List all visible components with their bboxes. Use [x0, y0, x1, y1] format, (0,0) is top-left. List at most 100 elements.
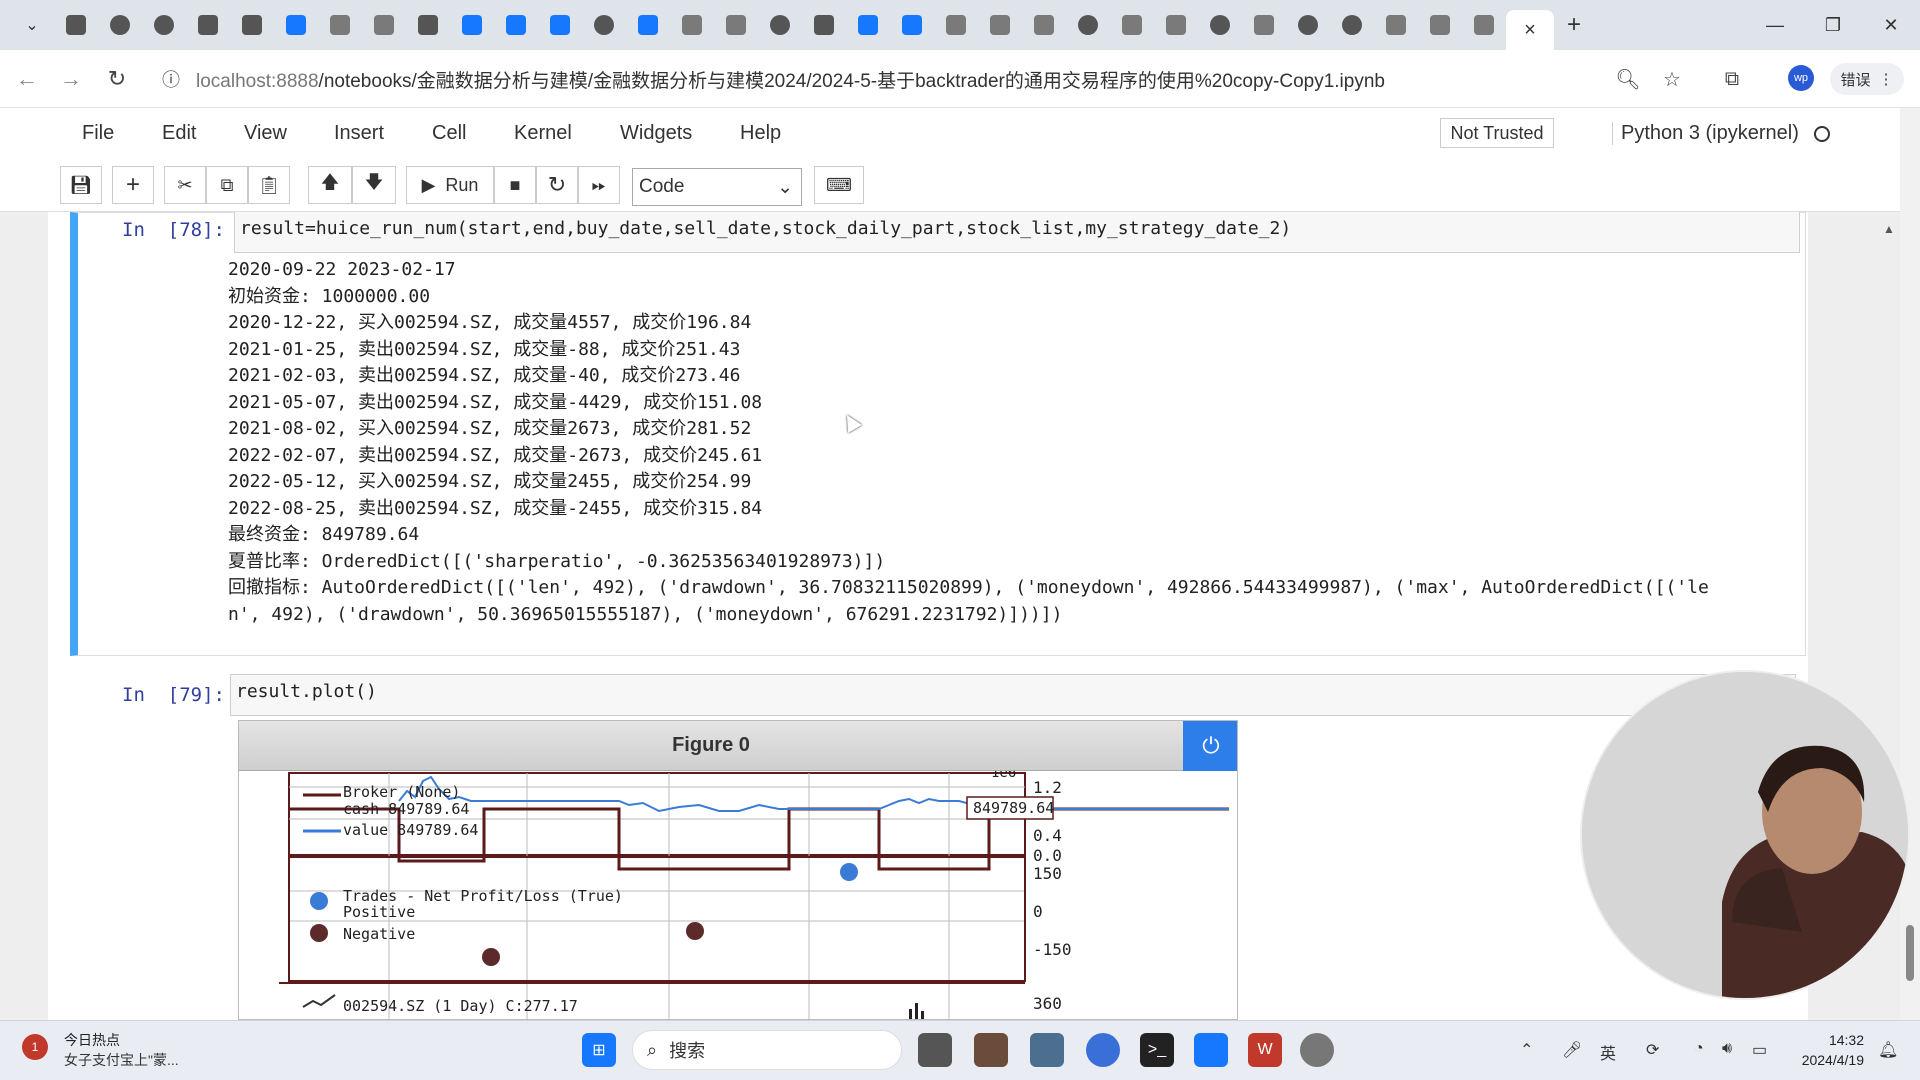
- tab-search-dropdown[interactable]: ⌄: [10, 0, 54, 50]
- more-menu-icon[interactable]: ⋮: [1879, 70, 1894, 88]
- feishu-icon[interactable]: [1194, 1033, 1228, 1067]
- volume-icon[interactable]: 🔊︎: [1722, 1040, 1732, 1058]
- menu-file[interactable]: File: [82, 122, 114, 145]
- notification-icon[interactable]: 🔔︎: [1878, 1040, 1898, 1060]
- zoom-icon[interactable]: 🔍︎: [1612, 63, 1644, 95]
- app-icon[interactable]: [362, 0, 406, 50]
- zhihu-icon[interactable]: [450, 0, 494, 50]
- app-icon[interactable]: [974, 1033, 1008, 1067]
- bilibili-icon[interactable]: [186, 0, 230, 50]
- save-icon[interactable]: 💾︎: [60, 166, 102, 204]
- move-up-icon[interactable]: 🡅: [308, 166, 352, 204]
- kernel-name[interactable]: Python 3 (ipykernel): [1612, 122, 1799, 145]
- zhihu-icon[interactable]: [626, 0, 670, 50]
- error-button[interactable]: 错误 ⋮: [1830, 63, 1904, 95]
- app-icon[interactable]: [1462, 0, 1506, 50]
- insert-cell-icon[interactable]: +: [112, 166, 154, 204]
- github-icon[interactable]: [1286, 0, 1330, 50]
- stop-icon[interactable]: ■: [494, 166, 536, 204]
- code-input[interactable]: result.plot(): [230, 674, 1796, 716]
- tray-chevron-icon[interactable]: ⌃: [1520, 1040, 1533, 1060]
- wps-icon[interactable]: W: [1248, 1033, 1282, 1067]
- sync-icon[interactable]: ⟳: [1646, 1040, 1659, 1060]
- extensions-icon[interactable]: ⧉: [1716, 63, 1748, 95]
- matplotlib-figure[interactable]: Figure 0 ⏻ 849789.64 Broker (None) cash …: [238, 720, 1238, 1020]
- restart-icon[interactable]: ↻: [536, 166, 578, 204]
- chrome-icon[interactable]: [1086, 1033, 1120, 1067]
- menu-cell[interactable]: Cell: [432, 122, 466, 145]
- folder-icon[interactable]: [1030, 1033, 1064, 1067]
- app-icon[interactable]: [1110, 0, 1154, 50]
- cloud-icon[interactable]: [846, 0, 890, 50]
- app-icon[interactable]: [1242, 0, 1286, 50]
- cell-type-select[interactable]: Code ⌄: [632, 168, 802, 206]
- maximize-icon[interactable]: ❐: [1810, 0, 1856, 50]
- app-icon[interactable]: [714, 0, 758, 50]
- github-icon[interactable]: [758, 0, 802, 50]
- bilibili-icon[interactable]: [230, 0, 274, 50]
- reload-icon[interactable]: ↻: [102, 64, 132, 94]
- power-icon[interactable]: ⏻: [1183, 721, 1237, 771]
- wifi-icon[interactable]: ◔: [1694, 1040, 1704, 1058]
- app-icon[interactable]: [1374, 0, 1418, 50]
- run-button[interactable]: ▶ Run: [406, 166, 494, 204]
- app-icon[interactable]: [1154, 0, 1198, 50]
- not-trusted-badge[interactable]: Not Trusted: [1440, 118, 1554, 148]
- app-icon[interactable]: [1418, 0, 1462, 50]
- minimize-icon[interactable]: —: [1752, 0, 1798, 50]
- terminal-icon[interactable]: >_: [1140, 1033, 1174, 1067]
- paste-icon[interactable]: 📋︎: [248, 166, 290, 204]
- github-icon[interactable]: [98, 0, 142, 50]
- book-icon[interactable]: [934, 0, 978, 50]
- github-icon[interactable]: [142, 0, 186, 50]
- forward-icon[interactable]: →: [56, 64, 86, 94]
- ime-icon[interactable]: 英: [1600, 1040, 1616, 1064]
- bilibili-icon[interactable]: [406, 0, 450, 50]
- site-info-icon[interactable]: ⓘ: [156, 64, 186, 94]
- menu-help[interactable]: Help: [740, 122, 781, 145]
- app-icon[interactable]: [670, 0, 714, 50]
- app-icon[interactable]: [318, 0, 362, 50]
- menu-insert[interactable]: Insert: [334, 122, 384, 145]
- code-input[interactable]: result=huice_run_num(start,end,buy_date,…: [234, 212, 1800, 253]
- mic-icon[interactable]: 🎤︎: [1562, 1040, 1582, 1060]
- file-explorer-icon[interactable]: [918, 1033, 952, 1067]
- fast-forward-icon[interactable]: ⏩︎: [578, 166, 620, 204]
- loading-icon[interactable]: [1330, 0, 1374, 50]
- book-icon[interactable]: [978, 0, 1022, 50]
- zhihu-icon[interactable]: [494, 0, 538, 50]
- close-icon[interactable]: ×: [1524, 19, 1536, 42]
- keyboard-icon[interactable]: ⌨: [814, 166, 864, 204]
- cloud-icon[interactable]: [890, 0, 934, 50]
- battery-icon[interactable]: ▭: [1752, 1040, 1767, 1060]
- app-icon[interactable]: [1300, 1033, 1334, 1067]
- start-icon[interactable]: ⊞: [582, 1033, 616, 1067]
- taskbar-clock[interactable]: 14:32 2024/4/19: [1794, 1030, 1864, 1070]
- github-icon[interactable]: [582, 0, 626, 50]
- copy-icon[interactable]: ⧉: [206, 166, 248, 204]
- move-down-icon[interactable]: 🡇: [352, 166, 396, 204]
- taskbar-search[interactable]: ⌕ 搜索: [632, 1030, 902, 1070]
- menu-widgets[interactable]: Widgets: [620, 122, 692, 145]
- page-scrollbar-thumb[interactable]: [1906, 925, 1914, 981]
- menu-edit[interactable]: Edit: [162, 122, 196, 145]
- news-widget[interactable]: 1 今日热点 女子支付宝上"蒙...: [22, 1028, 202, 1072]
- page-scrollbar[interactable]: [1900, 108, 1920, 1020]
- new-tab-button[interactable]: +: [1554, 0, 1594, 50]
- book-icon[interactable]: [1022, 0, 1066, 50]
- profile-avatar[interactable]: wp: [1788, 65, 1814, 91]
- menu-kernel[interactable]: Kernel: [514, 122, 572, 145]
- code-cell-78[interactable]: In [78]: result=huice_run_num(start,end,…: [70, 212, 1806, 656]
- backtrader-plot[interactable]: 849789.64 Broker (None) cash 849789.64 v…: [239, 771, 1238, 1020]
- bookmark-star-icon[interactable]: ☆: [1656, 63, 1688, 95]
- github-icon[interactable]: [1198, 0, 1242, 50]
- calendar-icon[interactable]: [54, 0, 98, 50]
- person-icon[interactable]: [1066, 0, 1110, 50]
- zhihu-icon[interactable]: [274, 0, 318, 50]
- zhihu-icon[interactable]: [538, 0, 582, 50]
- url-field[interactable]: localhost:8888/notebooks/金融数据分析与建模/金融数据分…: [196, 66, 1385, 93]
- scroll-up-icon[interactable]: ▲: [1874, 214, 1904, 244]
- menu-view[interactable]: View: [244, 122, 287, 145]
- cut-icon[interactable]: ✂: [164, 166, 206, 204]
- close-window-icon[interactable]: ✕: [1868, 0, 1914, 50]
